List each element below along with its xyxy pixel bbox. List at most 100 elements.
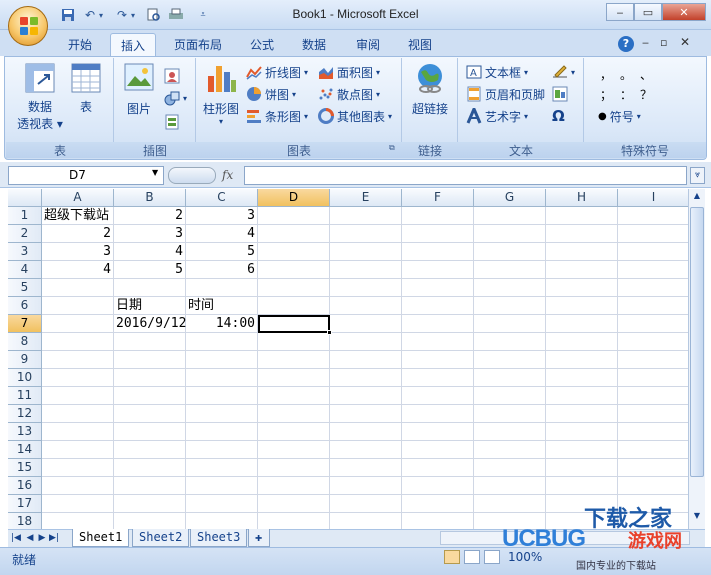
- cell-f3[interactable]: [402, 243, 474, 261]
- pie-chart-button[interactable]: 饼图 ▾: [246, 84, 296, 104]
- cell-d1[interactable]: [258, 207, 330, 225]
- cell-i8[interactable]: [618, 333, 688, 351]
- cell-d15[interactable]: [258, 459, 330, 477]
- charts-dialog-launcher-icon[interactable]: ⧉: [389, 143, 395, 153]
- cell-g12[interactable]: [474, 405, 546, 423]
- cell-c3[interactable]: 5: [186, 243, 258, 261]
- vertical-scroll-thumb[interactable]: [690, 207, 704, 477]
- cell-h15[interactable]: [546, 459, 618, 477]
- tab-formulas[interactable]: 公式: [240, 33, 284, 55]
- cell-a3[interactable]: 3: [42, 243, 114, 261]
- cell-b5[interactable]: [114, 279, 186, 297]
- cell-e5[interactable]: [330, 279, 402, 297]
- table-button[interactable]: 表: [68, 62, 104, 115]
- row-header-1[interactable]: 1: [8, 207, 42, 225]
- cell-d17[interactable]: [258, 495, 330, 513]
- cell-d16[interactable]: [258, 477, 330, 495]
- cell-g10[interactable]: [474, 369, 546, 387]
- cell-b17[interactable]: [114, 495, 186, 513]
- cell-d9[interactable]: [258, 351, 330, 369]
- fill-handle[interactable]: [327, 330, 332, 335]
- cell-b12[interactable]: [114, 405, 186, 423]
- cell-i11[interactable]: [618, 387, 688, 405]
- cell-b15[interactable]: [114, 459, 186, 477]
- cell-g11[interactable]: [474, 387, 546, 405]
- signature-line-button[interactable]: ▾: [552, 62, 575, 82]
- cell-a12[interactable]: [42, 405, 114, 423]
- row-header-7[interactable]: 7: [8, 315, 42, 333]
- cell-g5[interactable]: [474, 279, 546, 297]
- row-header-2[interactable]: 2: [8, 225, 42, 243]
- cell-e1[interactable]: [330, 207, 402, 225]
- cell-e17[interactable]: [330, 495, 402, 513]
- normal-view-icon[interactable]: [444, 550, 460, 564]
- cell-f14[interactable]: [402, 441, 474, 459]
- cell-e6[interactable]: [330, 297, 402, 315]
- column-header-f[interactable]: F: [402, 189, 474, 207]
- row-header-15[interactable]: 15: [8, 459, 42, 477]
- symbol-enum-comma[interactable]: 、: [640, 66, 652, 83]
- cell-a15[interactable]: [42, 459, 114, 477]
- cell-b7[interactable]: 2016/9/12: [114, 315, 186, 333]
- cell-a7[interactable]: [42, 315, 114, 333]
- cell-e7[interactable]: [330, 315, 402, 333]
- clipart-button[interactable]: [164, 66, 180, 86]
- cell-h16[interactable]: [546, 477, 618, 495]
- cell-d13[interactable]: [258, 423, 330, 441]
- cell-d4[interactable]: [258, 261, 330, 279]
- cell-i6[interactable]: [618, 297, 688, 315]
- office-button[interactable]: [8, 6, 48, 46]
- symbol-question[interactable]: ？: [640, 86, 652, 103]
- area-chart-button[interactable]: 面积图 ▾: [318, 62, 380, 82]
- column-header-a[interactable]: A: [42, 189, 114, 207]
- close-button[interactable]: ✕: [662, 3, 706, 21]
- pivot-table-button[interactable]: 数据 透视表 ▾: [14, 62, 66, 132]
- workbook-restore-icon[interactable]: ▫: [660, 36, 667, 49]
- cell-b3[interactable]: 4: [114, 243, 186, 261]
- column-header-e[interactable]: E: [330, 189, 402, 207]
- cell-c10[interactable]: [186, 369, 258, 387]
- cell-f4[interactable]: [402, 261, 474, 279]
- cell-e4[interactable]: [330, 261, 402, 279]
- cell-g6[interactable]: [474, 297, 546, 315]
- cell-i16[interactable]: [618, 477, 688, 495]
- tab-review[interactable]: 审阅: [346, 33, 390, 55]
- cell-i15[interactable]: [618, 459, 688, 477]
- cell-b16[interactable]: [114, 477, 186, 495]
- cell-c4[interactable]: 6: [186, 261, 258, 279]
- cell-f12[interactable]: [402, 405, 474, 423]
- cell-g4[interactable]: [474, 261, 546, 279]
- cell-i14[interactable]: [618, 441, 688, 459]
- cell-f6[interactable]: [402, 297, 474, 315]
- next-sheet-icon[interactable]: ▶: [36, 531, 48, 545]
- shapes-button[interactable]: ▾: [164, 88, 187, 108]
- tab-data[interactable]: 数据: [292, 33, 336, 55]
- name-box-dropdown-icon[interactable]: ▼: [152, 168, 158, 177]
- cell-c8[interactable]: [186, 333, 258, 351]
- cell-e18[interactable]: [330, 513, 402, 529]
- cell-i10[interactable]: [618, 369, 688, 387]
- column-header-d[interactable]: D: [258, 189, 330, 207]
- bar-chart-button[interactable]: 条形图 ▾: [246, 106, 308, 126]
- scroll-up-icon[interactable]: ▲: [691, 191, 703, 205]
- row-header-9[interactable]: 9: [8, 351, 42, 369]
- vertical-scrollbar[interactable]: ▲ ▼: [688, 189, 705, 529]
- cell-a5[interactable]: [42, 279, 114, 297]
- cell-a6[interactable]: [42, 297, 114, 315]
- cell-a11[interactable]: [42, 387, 114, 405]
- formula-input[interactable]: [244, 166, 687, 185]
- cell-h7[interactable]: [546, 315, 618, 333]
- cell-b11[interactable]: [114, 387, 186, 405]
- cell-f2[interactable]: [402, 225, 474, 243]
- cell-h10[interactable]: [546, 369, 618, 387]
- cell-h5[interactable]: [546, 279, 618, 297]
- insert-function-icon[interactable]: fx: [222, 166, 242, 185]
- cell-h4[interactable]: [546, 261, 618, 279]
- cell-h2[interactable]: [546, 225, 618, 243]
- cell-f8[interactable]: [402, 333, 474, 351]
- cell-f5[interactable]: [402, 279, 474, 297]
- cell-a13[interactable]: [42, 423, 114, 441]
- column-header-b[interactable]: B: [114, 189, 186, 207]
- cell-f16[interactable]: [402, 477, 474, 495]
- cell-g16[interactable]: [474, 477, 546, 495]
